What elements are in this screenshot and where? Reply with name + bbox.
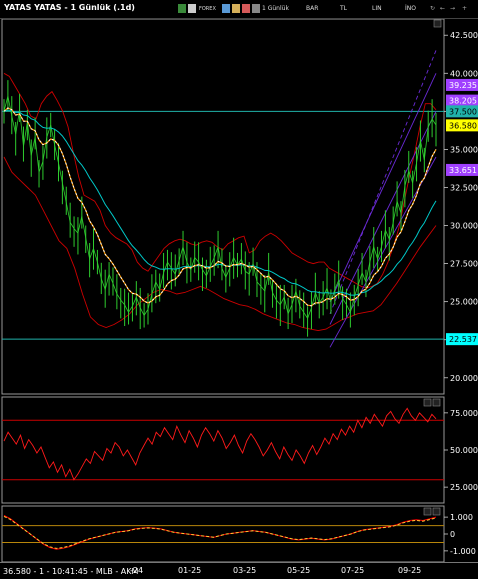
price-badge-label: 38.205 (449, 97, 477, 106)
status-text: 36.580 - 1 - 10:41:45 - MLB - AKM (3, 567, 139, 576)
grid-icon[interactable] (178, 4, 186, 13)
rsi-y-tick-label: 25.000 (450, 483, 478, 492)
x-tick-label: 09-25 (398, 566, 422, 575)
settings-icon[interactable] (252, 4, 260, 13)
y-tick-label: 42.500 (450, 31, 478, 40)
y-tick-label: 30.000 (450, 222, 478, 231)
table-icon[interactable] (188, 4, 196, 13)
x-tick-label: 07-25 (341, 566, 365, 575)
price-panel-frame (1, 18, 445, 395)
x-tick-label: 01-25 (178, 566, 202, 575)
y-tick-label: 35.000 (450, 145, 478, 154)
chart-type-button[interactable]: BAR (306, 5, 318, 12)
currency-button[interactable]: TL (340, 5, 347, 12)
color-icon[interactable] (242, 4, 250, 13)
x-tick-label: 05-25 (287, 566, 311, 575)
arrow-right-icon[interactable]: → (450, 5, 455, 12)
price-badge-label: 37.500 (449, 107, 477, 116)
osc-panel-menu-icon[interactable] (423, 507, 432, 516)
zoom-icon[interactable] (222, 4, 230, 13)
y-tick-label: 25.000 (450, 298, 478, 307)
rsi-y-tick-label: 50.000 (450, 446, 478, 455)
y-tick-label: 27.500 (450, 260, 478, 269)
scale-button[interactable]: LIN (372, 5, 382, 12)
arrow-left-icon[interactable]: ← (440, 5, 445, 12)
x-tick-label: -24 (130, 566, 144, 575)
draw-icon[interactable] (232, 4, 240, 13)
rsi-panel-menu-icon[interactable] (423, 398, 432, 407)
chart-canvas[interactable]: 20.00022.50025.00027.50030.00032.50035.0… (0, 0, 478, 578)
period-button[interactable]: 1 Günlük (262, 5, 289, 12)
price-panel-menu-icon[interactable] (433, 19, 442, 28)
plus-icon[interactable]: + (462, 5, 467, 12)
y-tick-label: 20.000 (450, 374, 478, 383)
x-tick-label: 03-25 (233, 566, 257, 575)
oscillator-panel-frame (1, 505, 445, 563)
chart-toolbar: YATAS YATAS - 1 Günlük (.1d) FOREX 1 Gün… (0, 0, 478, 19)
osc-y-tick-label: 0 (450, 530, 455, 539)
price-badge-label: 33.651 (449, 166, 477, 175)
y-tick-label: 40.000 (450, 69, 478, 78)
rsi-panel-close-icon[interactable] (432, 398, 441, 407)
price-badge-label: 36.580 (449, 121, 477, 130)
price-badge-label: 22.537 (449, 335, 477, 344)
indicator-button[interactable]: İNO (405, 5, 416, 12)
osc-y-tick-label: -1.000 (450, 547, 476, 556)
forex-button[interactable]: FOREX (199, 6, 216, 12)
chart-title: YATAS YATAS - 1 Günlük (.1d) (4, 3, 135, 12)
rsi-y-tick-label: 75.000 (450, 409, 478, 418)
price-badge-label: 39.235 (449, 81, 477, 90)
y-tick-label: 32.500 (450, 183, 478, 192)
refresh-icon[interactable]: ↻ (430, 5, 435, 12)
osc-y-tick-label: 1.000 (450, 513, 473, 522)
osc-panel-close-icon[interactable] (432, 507, 441, 516)
rsi-panel-frame (1, 396, 445, 504)
